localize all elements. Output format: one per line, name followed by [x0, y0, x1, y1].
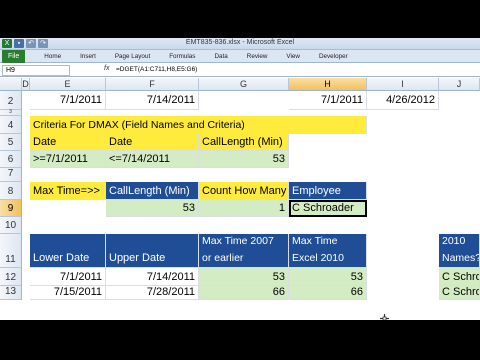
cell-g8[interactable]: Count How Many [199, 182, 289, 200]
cell-h9-active[interactable]: C Schroader [289, 200, 367, 217]
column-header-d[interactable]: D [22, 78, 30, 91]
row-header-8[interactable]: 8 [0, 182, 22, 200]
tab-file[interactable]: File [2, 49, 26, 63]
cell-f2[interactable]: 7/14/2011 [106, 91, 199, 110]
cell-f6[interactable]: <=7/14/2011 [106, 151, 199, 168]
column-header-f[interactable]: F [106, 78, 199, 91]
cell-e8[interactable]: Max Time=>> [30, 182, 106, 200]
cell-i2[interactable]: 4/26/2012 [367, 91, 439, 110]
cell-f13[interactable]: 7/28/2011 [106, 286, 199, 300]
cell-j12[interactable]: C Schroa [439, 268, 480, 286]
row-header-7[interactable]: 7 [0, 168, 22, 182]
tab-home[interactable]: Home [44, 53, 61, 60]
cell-g11[interactable]: Max Time 2007 or earlier [199, 234, 289, 268]
cell-h11[interactable]: Max Time Excel 2010 [289, 234, 367, 268]
row-header-9[interactable]: 9 [0, 200, 22, 217]
select-all-corner[interactable] [0, 78, 22, 91]
row-header-11[interactable]: 11 [0, 234, 22, 268]
column-header-j[interactable]: J [439, 78, 480, 91]
fx-icon[interactable]: fx [104, 65, 109, 72]
tab-developer[interactable]: Developer [319, 53, 348, 60]
row-header-5[interactable]: 5 [0, 134, 22, 151]
column-header-e[interactable]: E [30, 78, 106, 91]
cell-g5[interactable]: CallLength (Min) [199, 134, 289, 151]
cell-e5[interactable]: Date [30, 134, 106, 151]
cell-h2[interactable]: 7/1/2011 [289, 91, 367, 110]
excel-screen: X ▪ ↶ ↷ EMT835-836.xlsx - Microsoft Exce… [0, 0, 480, 360]
row-header-2[interactable]: 2 [0, 91, 22, 110]
cell-f11[interactable]: Upper Date [106, 234, 199, 268]
cell-f12[interactable]: 7/14/2011 [106, 268, 199, 286]
cell-e2[interactable]: 7/1/2011 [30, 91, 106, 110]
cell-f8[interactable]: CallLength (Min) [106, 182, 199, 200]
cell-f9[interactable]: 53 [106, 200, 199, 217]
column-header-i[interactable]: I [367, 78, 439, 91]
cell-g9[interactable]: 1 [199, 200, 289, 217]
tab-page-layout[interactable]: Page Layout [115, 53, 150, 60]
cell-e13[interactable]: 7/15/2011 [30, 286, 106, 300]
tab-insert[interactable]: Insert [80, 53, 96, 60]
name-box[interactable]: H9 [2, 65, 70, 76]
cell-e12[interactable]: 7/1/2011 [30, 268, 106, 286]
tab-view[interactable]: View [286, 53, 300, 60]
ribbon-tabs: File Home Insert Page Layout Formulas Da… [0, 49, 480, 63]
row-header-4[interactable]: 4 [0, 116, 22, 134]
title-bar: X ▪ ↶ ↷ EMT835-836.xlsx - Microsoft Exce… [0, 38, 480, 50]
cell-g6[interactable]: 53 [199, 151, 289, 168]
cell-e11[interactable]: Lower Date [30, 234, 106, 268]
mouse-cursor-icon [380, 310, 389, 320]
formula-input[interactable]: =DGET(A1:C711,H8,E5:G6) [116, 66, 197, 73]
formula-bar: H9 fx =DGET(A1:C711,H8,E5:G6) [0, 64, 480, 77]
row-header-10[interactable]: 10 [0, 217, 22, 234]
column-header-h[interactable]: H [289, 78, 367, 91]
cell-j13[interactable]: C Schroa [439, 286, 480, 300]
criteria-title[interactable]: Criteria For DMAX (Field Names and Crite… [30, 116, 367, 134]
cell-h13[interactable]: 66 [289, 286, 367, 300]
cell-e6[interactable]: >=7/1/2011 [30, 151, 106, 168]
row-header-13[interactable]: 13 [0, 286, 22, 300]
tab-data[interactable]: Data [214, 53, 227, 60]
cell-h12[interactable]: 53 [289, 268, 367, 286]
cell-h8[interactable]: Employee [289, 182, 367, 200]
excel-window: X ▪ ↶ ↷ EMT835-836.xlsx - Microsoft Exce… [0, 38, 480, 320]
row-header-6[interactable]: 6 [0, 151, 22, 168]
cell-f5[interactable]: Date [106, 134, 199, 151]
tab-formulas[interactable]: Formulas [169, 53, 195, 60]
cell-g13[interactable]: 66 [199, 286, 289, 300]
window-title: EMT835-836.xlsx - Microsoft Excel [185, 39, 295, 46]
column-header-g[interactable]: G [199, 78, 289, 91]
cell-g12[interactable]: 53 [199, 268, 289, 286]
worksheet-grid[interactable]: D E F G H I J 2 3 4 5 6 7 8 9 10 11 12 1… [0, 78, 480, 320]
cell-j11[interactable]: 2010 Names? [439, 234, 480, 268]
tab-review[interactable]: Review [247, 53, 268, 60]
row-header-12[interactable]: 12 [0, 268, 22, 286]
